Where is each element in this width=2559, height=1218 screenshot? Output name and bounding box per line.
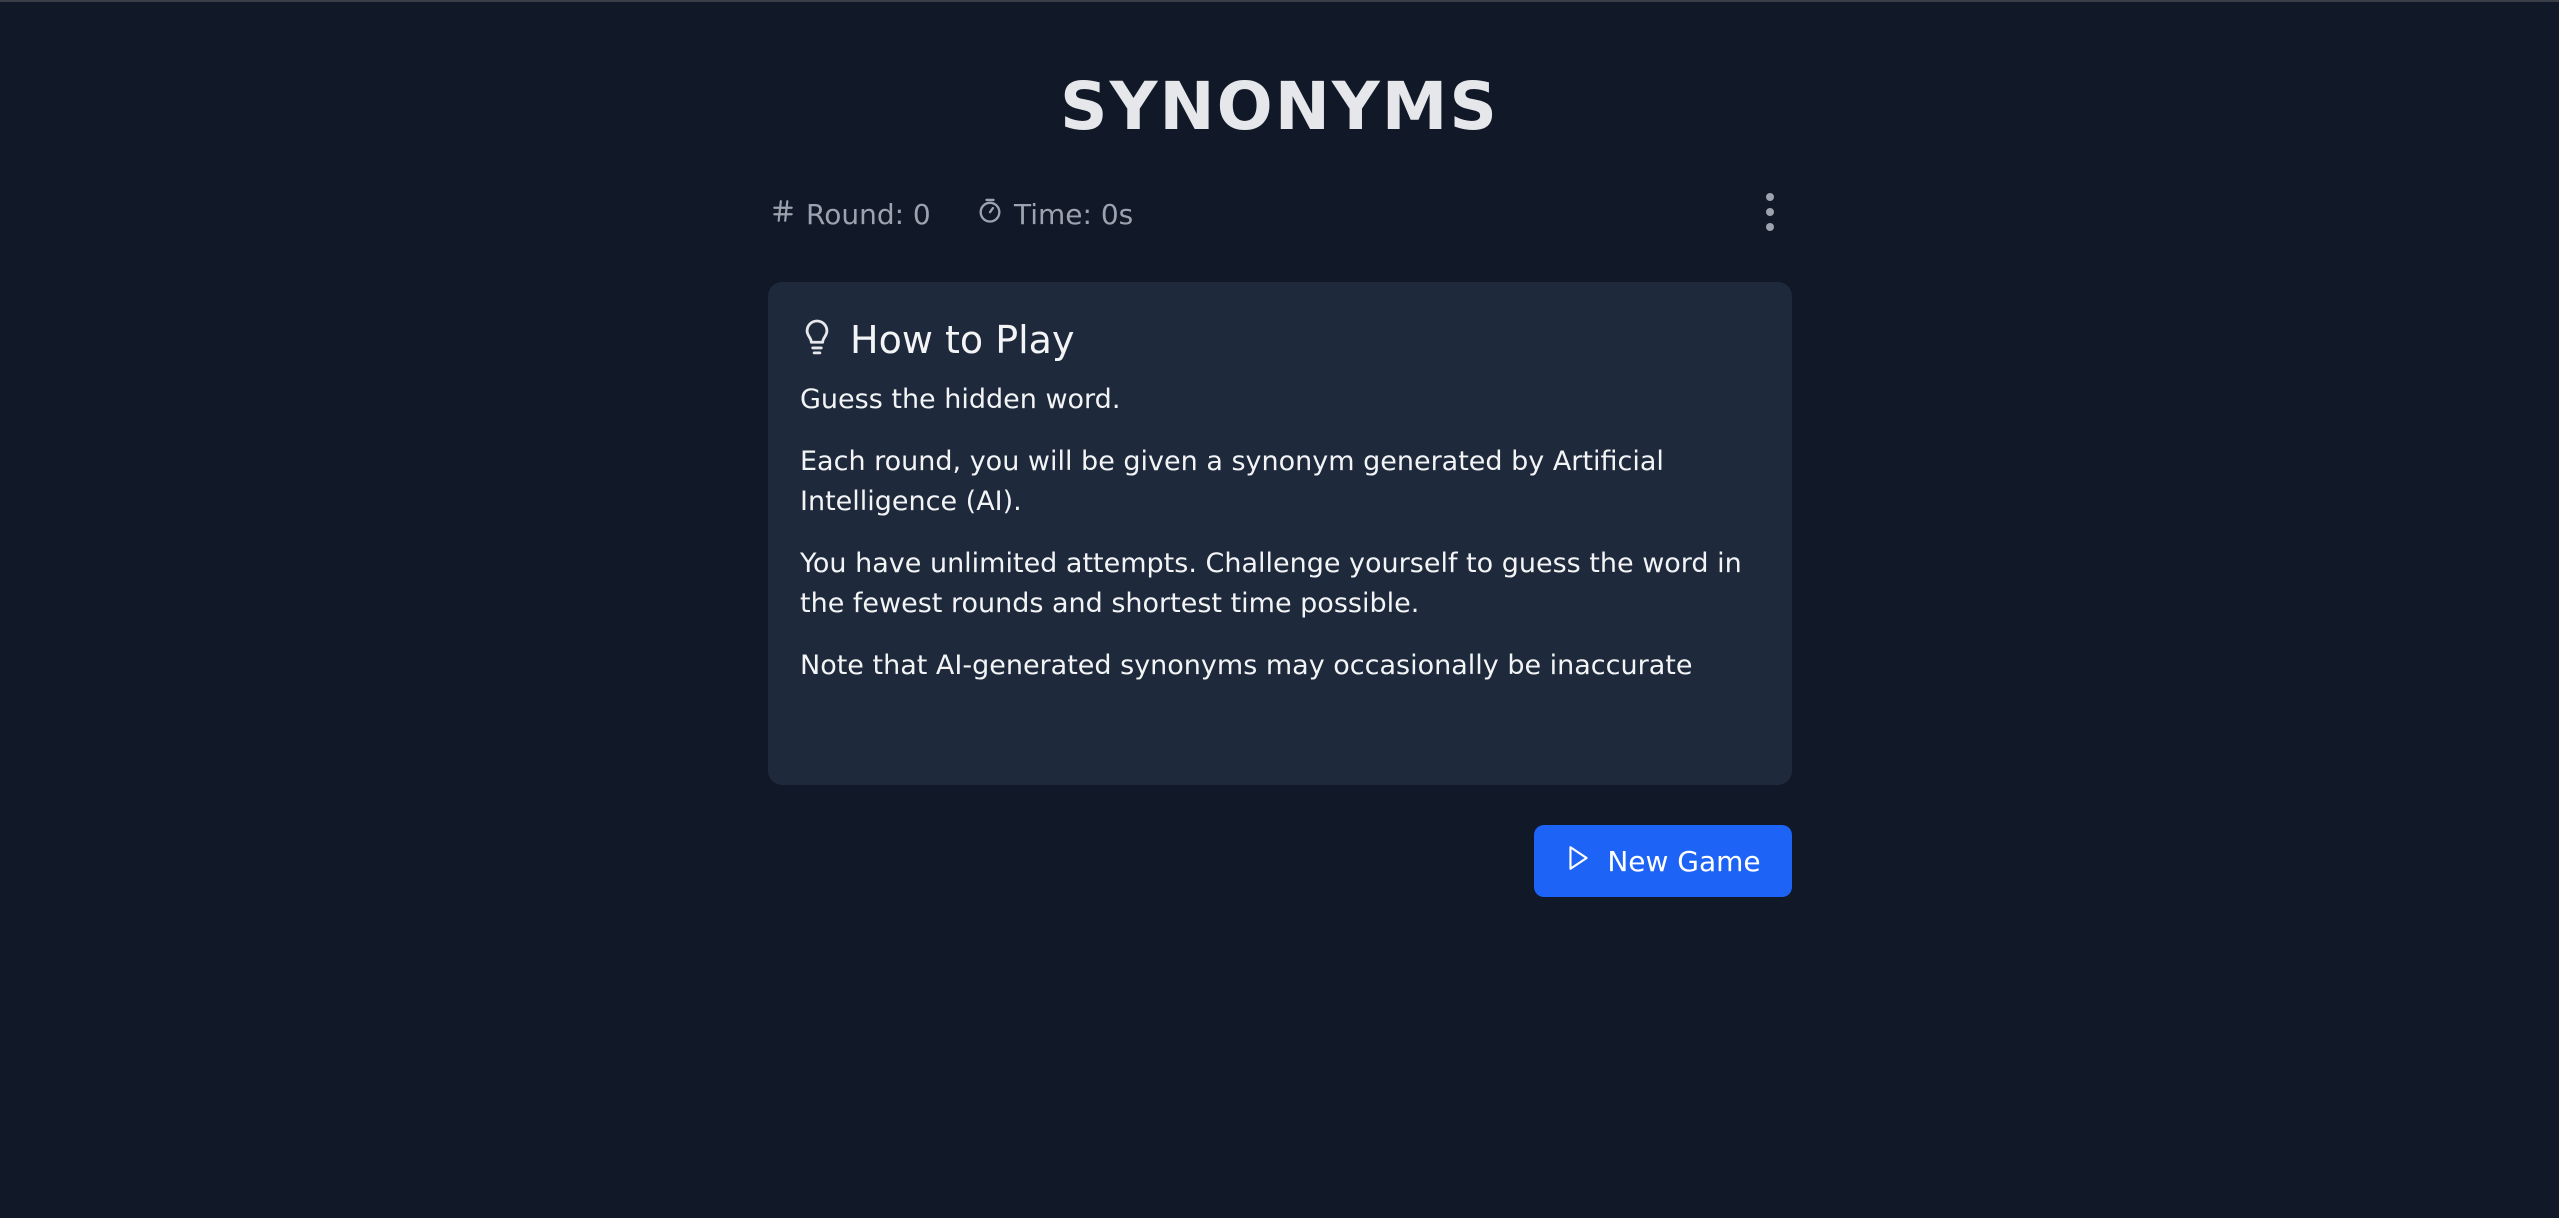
window-top-border (0, 0, 2559, 2)
instruction-paragraph: You have unlimited attempts. Challenge y… (800, 548, 1742, 619)
how-to-play-header: How to Play (800, 312, 1760, 368)
new-game-label: New Game (1607, 844, 1761, 878)
round-label: Round: 0 (806, 197, 931, 231)
game-stats-bar: Round: 0 Time: 0s (768, 192, 1792, 236)
play-icon (1565, 844, 1591, 879)
round-counter: Round: 0 (770, 192, 931, 236)
instruction-paragraph: Note that AI-generated synonyms may occa… (800, 650, 1693, 681)
instruction-paragraph: Each round, you will be given a synonym … (800, 446, 1664, 517)
time-counter: Time: 0s (976, 192, 1133, 236)
how-to-play-title: How to Play (850, 318, 1075, 362)
more-vertical-icon (1764, 192, 1776, 236)
instruction-paragraph: Guess the hidden word. (800, 384, 1121, 415)
page-title: SYNONYMS (1060, 68, 1499, 145)
more-options-button[interactable] (1748, 192, 1792, 236)
stopwatch-icon (976, 197, 1004, 232)
how-to-play-card: How to Play Guess the hidden word. Each … (768, 282, 1792, 785)
time-label: Time: 0s (1014, 197, 1134, 231)
hash-icon (770, 198, 796, 231)
lightbulb-icon (800, 318, 834, 362)
new-game-button[interactable]: New Game (1534, 825, 1792, 897)
